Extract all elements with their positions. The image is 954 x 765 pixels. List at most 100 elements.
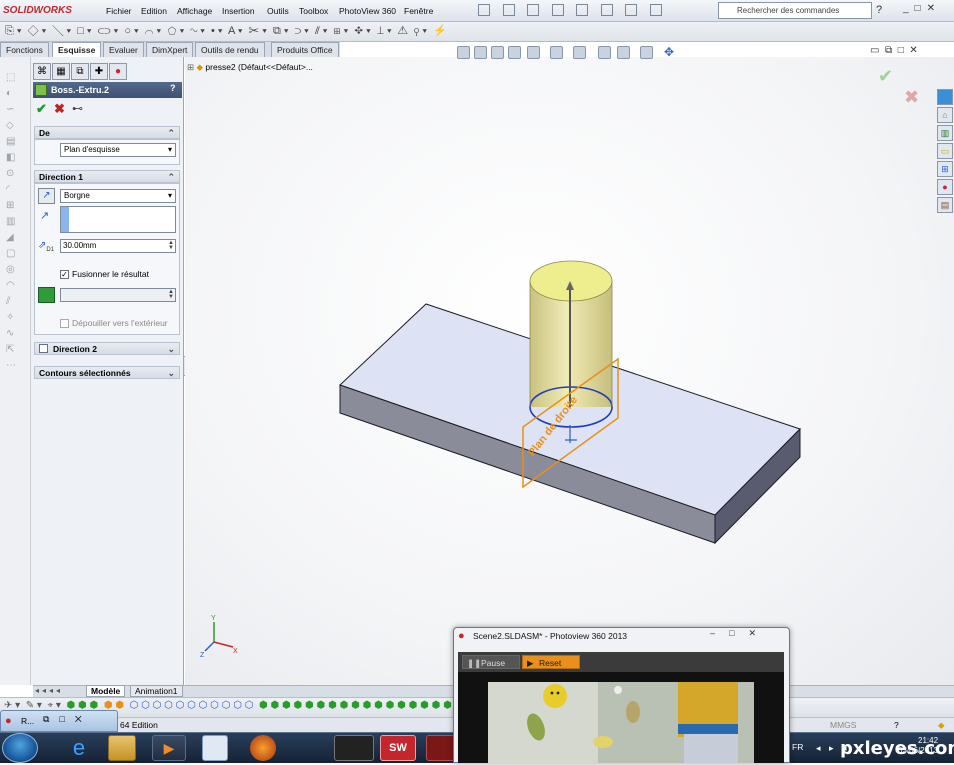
select-icon[interactable] <box>600 4 613 16</box>
tab-fonctions[interactable]: Fonctions <box>0 42 49 57</box>
menu-edition[interactable]: Edition <box>141 0 167 22</box>
end-condition-select[interactable]: Borgne <box>60 189 176 203</box>
menu-fenetre[interactable]: Fenêtre <box>404 0 433 22</box>
undo-icon[interactable] <box>576 4 589 16</box>
restore-icon[interactable]: ⧉ <box>885 45 892 56</box>
status-help[interactable]: ? <box>894 718 899 732</box>
move-icon[interactable]: ✥ ▾ <box>354 25 370 37</box>
display-tool-icon[interactable]: ⬡ ⬡ ⬡ ⬡ ⬡ ⬡ ⬡ ⬡ ⬡ ⬡ ⬡ <box>130 700 254 711</box>
offset-icon[interactable]: ⊃ ▾ <box>295 25 309 37</box>
document-window-controls[interactable]: ▭ ⧉ □ ✕ <box>870 45 918 56</box>
mirror-icon[interactable]: ⫽ ▾ <box>315 25 328 37</box>
app-window-controls[interactable]: _□✕ <box>903 3 941 14</box>
circle-icon[interactable]: ○ ▾ <box>124 25 138 37</box>
more-features-icon[interactable]: ⋯ <box>6 360 20 371</box>
search-input[interactable]: Rechercher des commandes <box>718 2 872 19</box>
firefox-icon[interactable] <box>250 735 276 761</box>
cut-extrude-icon[interactable]: ◧ <box>6 152 20 163</box>
draft-angle-input[interactable]: ▲ ▼ <box>60 288 176 302</box>
collapse-icon[interactable]: ⌃ <box>167 171 175 183</box>
wrap-icon[interactable]: ◎ <box>6 264 20 275</box>
tab-evaluer[interactable]: Evaluer <box>103 42 144 57</box>
menu-photoview[interactable]: PhotoView 360 <box>339 0 396 22</box>
repair-icon[interactable]: ⚠ <box>398 25 408 37</box>
merge-checkbox[interactable]: ✓ <box>60 270 69 279</box>
help-icon[interactable]: ? <box>876 4 882 16</box>
depth-spinner[interactable]: ▲ ▼ <box>168 240 174 251</box>
units-indicator[interactable]: MMGS <box>830 718 856 732</box>
mirror-feature-icon[interactable]: ⫽ <box>6 296 20 307</box>
contours-header[interactable]: Contours sélectionnés ⌄ <box>34 366 180 379</box>
tab-scroll-icons[interactable]: ◂◂◂◂ <box>35 686 63 695</box>
print-icon[interactable] <box>551 4 564 16</box>
tab-produits-office[interactable]: Produits Office <box>271 42 339 57</box>
rib-icon[interactable]: ▥ <box>6 216 20 227</box>
direction2-header[interactable]: Direction 2 ⌄ <box>34 342 180 355</box>
trim-icon[interactable]: ✂ ▾ <box>249 25 267 37</box>
reverse-direction-icon[interactable]: ↗ <box>38 188 55 204</box>
tag-icon[interactable]: ◆ <box>938 718 945 732</box>
depth-input[interactable]: 30.00mm ▲ ▼ <box>60 239 176 253</box>
text-icon[interactable]: A ▾ <box>228 25 242 37</box>
collapse-icon[interactable]: ⌃ <box>167 127 175 139</box>
draft-on-off-icon[interactable] <box>38 287 55 303</box>
arc-icon[interactable]: ⌒ ▾ <box>145 25 161 37</box>
draft-icon[interactable]: ◢ <box>6 232 20 243</box>
pause-button[interactable]: ❚❚ Pause <box>462 655 520 669</box>
de-header[interactable]: De ⌃ <box>34 126 180 139</box>
options-icon[interactable] <box>649 4 662 16</box>
assembly-tool-icon[interactable]: ⬢ ⬢ ⬢ ⬢ ⬢ ⬢ ⬢ ⬢ ⬢ ⬢ ⬢ ⬢ ⬢ ⬢ ⬢ ⬢ ⬢ ⬢ <box>259 700 463 711</box>
reference-geometry-icon[interactable]: ✧ <box>6 312 20 323</box>
explorer-icon[interactable] <box>108 735 136 761</box>
tab-esquisse[interactable]: Esquisse <box>52 42 102 57</box>
open-file-icon[interactable] <box>502 4 515 16</box>
menu-affichage[interactable]: Affichage <box>177 0 212 22</box>
feature-tree-tab-icon[interactable]: ⌘ <box>33 63 51 80</box>
start-button[interactable] <box>2 733 38 763</box>
preview-icon[interactable]: ⊷ <box>72 102 83 115</box>
instant3d-icon[interactable]: ⇱ <box>6 344 20 355</box>
linear-pattern-feature-icon[interactable]: ⊞ <box>6 200 20 211</box>
solidworks-taskbar-icon[interactable]: SW <box>380 735 416 761</box>
smart-dimension-icon[interactable]: ◇ ▾ <box>28 25 47 37</box>
rapid-sketch-icon[interactable]: ⚡ <box>433 25 447 37</box>
model-3d[interactable]: Plan de droite Y X Z <box>185 57 954 685</box>
spline-icon[interactable]: ∿ ▾ <box>190 25 204 37</box>
shell-icon[interactable]: ▢ <box>6 248 20 259</box>
direction2-checkbox[interactable] <box>39 344 48 353</box>
loft-icon[interactable]: ◇ <box>6 120 20 131</box>
minimized-window[interactable]: ● R... ⧉□✕ <box>0 710 118 732</box>
photoview-taskbar-icon[interactable] <box>426 735 456 761</box>
expand-icon[interactable]: ⌄ <box>167 343 175 355</box>
menu-outils[interactable]: Outils <box>267 0 289 22</box>
sketch-icon[interactable]: ⎘ ▾ <box>5 25 21 37</box>
fillet-icon[interactable]: ◜ <box>6 184 20 195</box>
configuration-tab-icon[interactable]: ⧉ <box>71 63 89 80</box>
menu-fichier[interactable]: Fichier <box>106 0 132 22</box>
draft-spinner[interactable]: ▲ ▼ <box>168 289 174 300</box>
curves-icon[interactable]: ∿ <box>6 328 20 339</box>
expand-icon[interactable]: ⌄ <box>167 367 175 379</box>
ok-icon[interactable]: ✔ <box>36 101 47 117</box>
direction1-header[interactable]: Direction 1 ⌃ <box>34 170 180 183</box>
extrude-boss-icon[interactable]: ⬚ <box>6 72 20 83</box>
maximize-icon[interactable]: □ <box>898 45 904 56</box>
menu-insertion[interactable]: Insertion <box>222 0 255 22</box>
sketch-tools[interactable]: ⎘ ▾ ◇ ▾ ╲ ▾ □ ▾ ⊂⊃ ▾ ○ ▾ ⌒ ▾ ⬠ ▾ ∿ ▾ • ▾… <box>5 24 447 38</box>
minimize-icon[interactable]: ▭ <box>870 45 879 56</box>
dome-icon[interactable]: ◠ <box>6 280 20 291</box>
help-icon[interactable]: ? <box>170 83 176 93</box>
tab-animation1[interactable]: Animation1 <box>130 685 183 697</box>
quick-snaps-icon[interactable]: ⚲ ▾ <box>414 25 427 37</box>
convert-icon[interactable]: ⧉ ▾ <box>273 25 289 37</box>
language-indicator[interactable]: FR <box>792 742 803 752</box>
cancel-icon[interactable]: ✖ <box>54 101 65 117</box>
rectangle-icon[interactable]: □ ▾ <box>77 25 91 37</box>
draft-outward-checkbox[interactable] <box>60 319 69 328</box>
line-icon[interactable]: ╲ ▾ <box>52 25 71 37</box>
tab-outils-de-rendu[interactable]: Outils de rendu <box>195 42 265 57</box>
menu-toolbox[interactable]: Toolbox <box>299 0 328 22</box>
close-icon[interactable]: ✕ <box>909 45 917 56</box>
rebuild-icon[interactable] <box>625 4 638 16</box>
minimized-controls[interactable]: ⧉□✕ <box>43 714 92 725</box>
